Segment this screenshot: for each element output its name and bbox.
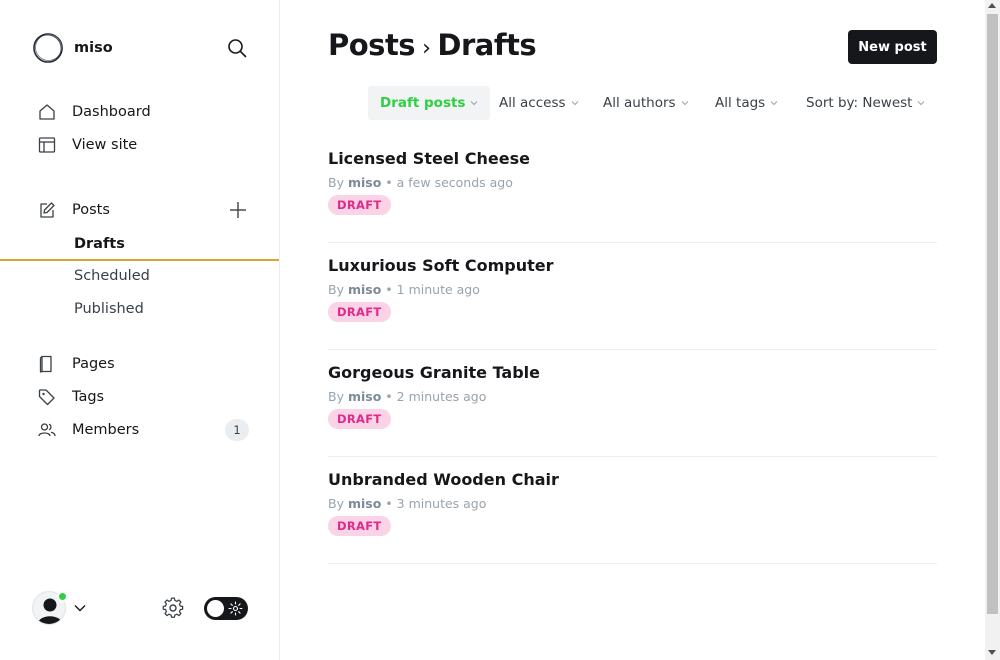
post-time: • 1 minute ago: [385, 282, 480, 297]
post-list-item[interactable]: Unbranded Wooden Chair By miso • 3 minut…: [328, 457, 937, 564]
filter-label: Sort by: Newest: [806, 95, 913, 111]
post-meta: By miso • 3 minutes ago: [328, 496, 486, 511]
post-author: miso: [347, 282, 382, 297]
breadcrumb-separator: ›: [422, 36, 431, 61]
members-icon: [38, 423, 56, 437]
sidebar-item-dashboard[interactable]: Dashboard: [0, 97, 279, 127]
post-title[interactable]: Licensed Steel Cheese: [328, 149, 530, 168]
post-title[interactable]: Unbranded Wooden Chair: [328, 470, 559, 489]
chevron-down-icon: [681, 101, 688, 106]
scroll-down-arrow[interactable]: [988, 650, 996, 655]
sidebar-item-tags[interactable]: Tags: [0, 382, 279, 412]
post-author: miso: [347, 389, 382, 404]
status-badge: DRAFT: [328, 195, 391, 215]
sidebar-item-label: Members: [72, 422, 140, 438]
post-author: miso: [347, 496, 382, 511]
post-list-item[interactable]: Gorgeous Granite Table By miso • 2 minut…: [328, 350, 937, 457]
chevron-down-icon: [770, 101, 778, 106]
filter-authors-dropdown[interactable]: All authors: [603, 86, 689, 120]
tag-icon: [38, 389, 55, 406]
edit-icon: [40, 202, 55, 218]
brand-name: miso: [74, 40, 113, 56]
sidebar-item-label: Tags: [72, 389, 105, 405]
sidebar-item-label: View site: [72, 137, 138, 153]
chevron-down-icon: [918, 101, 925, 106]
post-by-label: By: [328, 282, 344, 297]
post-by-label: By: [328, 389, 344, 404]
filter-tags-dropdown[interactable]: All tags: [715, 86, 778, 120]
post-by-label: By: [328, 496, 344, 511]
home-icon: [39, 104, 55, 120]
site-logo-icon: [33, 33, 63, 63]
search-icon[interactable]: [226, 37, 248, 59]
post-by-label: By: [328, 175, 344, 190]
filter-type-dropdown[interactable]: Draft posts: [368, 86, 491, 120]
sidebar-item-published[interactable]: Published: [0, 294, 279, 324]
page-title: Posts › Drafts: [328, 28, 537, 62]
status-badge: DRAFT: [328, 302, 391, 322]
filter-access-dropdown[interactable]: All access: [499, 86, 579, 120]
filter-label: All authors: [603, 95, 676, 111]
filter-label: All tags: [715, 95, 766, 111]
sidebar-item-label: Scheduled: [74, 268, 150, 284]
sidebar-item-label: Published: [74, 301, 144, 317]
chevron-down-icon: [571, 101, 578, 106]
post-meta: By miso • 1 minute ago: [328, 282, 480, 297]
post-meta: By miso • a few seconds ago: [328, 175, 513, 190]
page-scrollbar[interactable]: [985, 0, 1000, 660]
sidebar-item-label: Pages: [72, 356, 115, 372]
post-list-item[interactable]: Licensed Steel Cheese By miso • a few se…: [328, 136, 937, 243]
post-title[interactable]: Gorgeous Granite Table: [328, 363, 540, 382]
post-list-item[interactable]: Luxurious Soft Computer By miso • 1 minu…: [328, 243, 937, 350]
sun-icon: [228, 601, 243, 616]
breadcrumb-posts-link[interactable]: Posts: [328, 28, 416, 62]
theme-toggle[interactable]: [204, 597, 248, 620]
filter-label: All access: [499, 95, 566, 111]
post-meta: By miso • 2 minutes ago: [328, 389, 486, 404]
sidebar-item-scheduled[interactable]: Scheduled: [0, 261, 279, 291]
gear-icon[interactable]: [162, 597, 184, 619]
status-badge: DRAFT: [328, 516, 391, 536]
sidebar-item-drafts[interactable]: Drafts: [0, 228, 279, 261]
sidebar-item-pages[interactable]: Pages: [0, 349, 279, 379]
post-time: • a few seconds ago: [385, 175, 513, 190]
breadcrumb-current: Drafts: [437, 28, 537, 62]
chevron-down-icon: [471, 101, 478, 106]
sort-dropdown[interactable]: Sort by: Newest: [806, 86, 925, 120]
status-badge: DRAFT: [328, 409, 391, 429]
post-time: • 2 minutes ago: [385, 389, 487, 404]
sidebar-item-view-site[interactable]: View site: [0, 130, 279, 160]
sidebar: miso Dashboard View site Posts Drafts Sc…: [0, 0, 280, 660]
brand[interactable]: miso: [32, 32, 113, 64]
new-post-button[interactable]: New post: [848, 30, 937, 64]
add-post-icon[interactable]: [228, 200, 248, 220]
sidebar-item-label: Posts: [72, 202, 110, 218]
layout-icon: [38, 137, 56, 153]
filter-label: Draft posts: [380, 95, 466, 111]
sidebar-item-label: Drafts: [74, 235, 125, 252]
chevron-down-icon[interactable]: [73, 601, 87, 615]
page-icon: [39, 355, 52, 373]
sidebar-item-label: Dashboard: [72, 104, 151, 120]
scroll-thumb[interactable]: [987, 14, 998, 614]
scroll-up-arrow[interactable]: [988, 3, 996, 8]
post-time: • 3 minutes ago: [385, 496, 487, 511]
post-title[interactable]: Luxurious Soft Computer: [328, 256, 553, 275]
online-status-dot: [57, 591, 68, 602]
post-author: miso: [347, 175, 382, 190]
members-count-badge: 1: [225, 419, 249, 441]
toggle-knob: [207, 600, 224, 617]
